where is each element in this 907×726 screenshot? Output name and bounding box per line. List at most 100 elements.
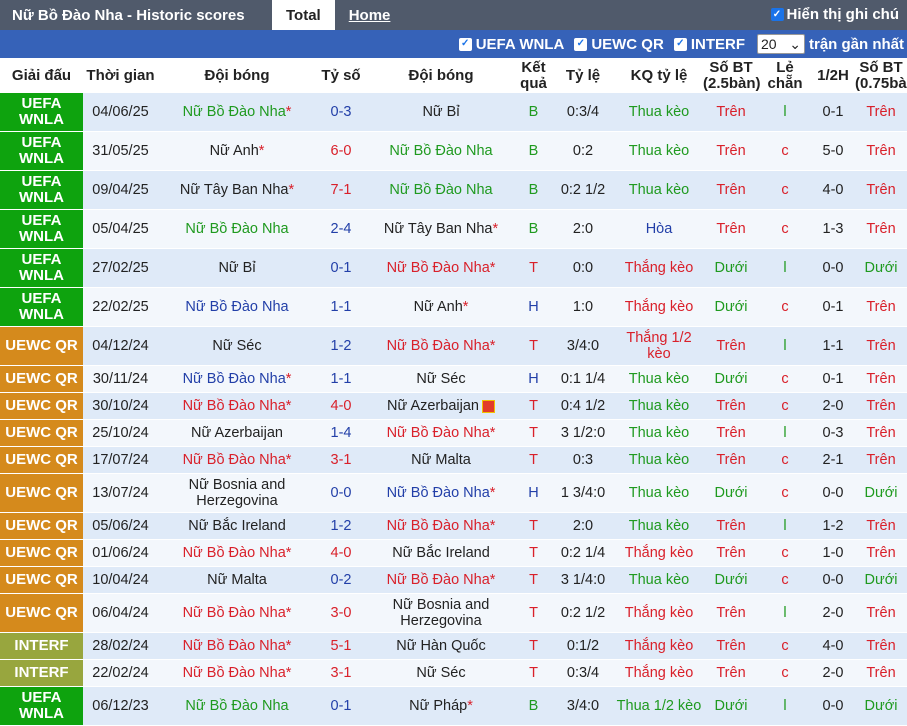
home-team-name[interactable]: Nữ Tây Ban Nha	[180, 182, 289, 198]
home-team-name[interactable]: Nữ Bồ Đào Nha	[185, 221, 288, 237]
table-row[interactable]: UEWC QR05/06/24Nữ Bắc Ireland1-2Nữ Bồ Đà…	[0, 513, 907, 540]
competition-label[interactable]: UEWC QR	[5, 544, 78, 561]
match-score[interactable]: 1-1	[331, 371, 352, 387]
competition-label[interactable]: UEWC QR	[5, 517, 78, 534]
away-team-name[interactable]: Nữ Bồ Đào Nha	[387, 485, 490, 501]
away-team-name[interactable]: Nữ Bồ Đào Nha	[387, 425, 490, 441]
home-team-name[interactable]: Nữ Malta	[207, 572, 267, 588]
away-team-name[interactable]: Nữ Bồ Đào Nha	[387, 572, 490, 588]
away-team-name[interactable]: Nữ Bồ Đào Nha	[387, 338, 490, 354]
away-team-name[interactable]: Nữ Bồ Đào Nha	[389, 143, 492, 159]
table-row[interactable]: INTERF22/02/24Nữ Bồ Đào Nha*3-1Nữ SécT0:…	[0, 660, 907, 687]
home-team-name[interactable]: Nữ Bồ Đào Nha	[185, 299, 288, 315]
home-team-name[interactable]: Nữ Bồ Đào Nha	[183, 638, 286, 654]
table-row[interactable]: UEFA WNLA09/04/25Nữ Tây Ban Nha*7-1Nữ Bồ…	[0, 171, 907, 210]
table-row[interactable]: UEFA WNLA06/12/23Nữ Bồ Đào Nha0-1Nữ Pháp…	[0, 687, 907, 726]
home-team-name[interactable]: Nữ Bồ Đào Nha	[183, 398, 286, 414]
competition-label[interactable]: UEWC QR	[5, 571, 78, 588]
competition-label[interactable]: UEFA WNLA	[19, 134, 64, 167]
table-row[interactable]: UEFA WNLA04/06/25Nữ Bồ Đào Nha*0-3Nữ BỉB…	[0, 93, 907, 132]
competition-label[interactable]: INTERF	[14, 664, 68, 681]
away-team-name[interactable]: Nữ Séc	[416, 371, 465, 387]
home-team-name[interactable]: Nữ Bosnia and Herzegovina	[189, 477, 286, 509]
match-score[interactable]: 4-0	[331, 398, 352, 414]
table-row[interactable]: UEFA WNLA27/02/25Nữ Bỉ0-1Nữ Bồ Đào Nha*T…	[0, 249, 907, 288]
match-score[interactable]: 3-0	[331, 605, 352, 621]
table-row[interactable]: UEFA WNLA31/05/25Nữ Anh*6-0Nữ Bồ Đào Nha…	[0, 132, 907, 171]
competition-label[interactable]: UEFA WNLA	[19, 95, 64, 128]
home-team-name[interactable]: Nữ Anh	[210, 143, 259, 159]
match-score[interactable]: 2-4	[331, 221, 352, 237]
away-team-name[interactable]: Nữ Azerbaijan	[387, 398, 479, 414]
competition-label[interactable]: INTERF	[14, 637, 68, 654]
match-score[interactable]: 0-3	[331, 104, 352, 120]
table-row[interactable]: UEWC QR01/06/24Nữ Bồ Đào Nha*4-0Nữ Bắc I…	[0, 540, 907, 567]
away-team-name[interactable]: Nữ Bồ Đào Nha	[387, 518, 490, 534]
competition-label[interactable]: UEWC QR	[5, 484, 78, 501]
competition-label[interactable]: UEWC QR	[5, 370, 78, 387]
table-row[interactable]: UEWC QR06/04/24Nữ Bồ Đào Nha*3-0Nữ Bosni…	[0, 594, 907, 633]
match-score[interactable]: 7-1	[331, 182, 352, 198]
competition-label[interactable]: UEFA WNLA	[19, 689, 64, 722]
home-team-name[interactable]: Nữ Bỉ	[218, 260, 255, 276]
match-score[interactable]: 3-1	[331, 452, 352, 468]
competition-label[interactable]: UEFA WNLA	[19, 251, 64, 284]
filter-interf[interactable]: ✓ INTERF	[674, 36, 745, 53]
match-score[interactable]: 0-0	[331, 485, 352, 501]
match-score[interactable]: 3-1	[331, 665, 352, 681]
away-team-name[interactable]: Nữ Séc	[416, 665, 465, 681]
competition-label[interactable]: UEWC QR	[5, 337, 78, 354]
checkbox-checked-icon[interactable]: ✓	[574, 38, 587, 51]
away-team-name[interactable]: Nữ Anh	[414, 299, 463, 315]
home-team-name[interactable]: Nữ Bồ Đào Nha	[183, 605, 286, 621]
checkbox-checked-icon[interactable]: ✓	[459, 38, 472, 51]
match-score[interactable]: 0-1	[331, 260, 352, 276]
table-row[interactable]: UEWC QR30/10/24Nữ Bồ Đào Nha*4-0Nữ Azerb…	[0, 393, 907, 420]
home-team-name[interactable]: Nữ Bồ Đào Nha	[183, 104, 286, 120]
match-score[interactable]: 0-1	[331, 698, 352, 714]
away-team-name[interactable]: Nữ Bồ Đào Nha	[389, 182, 492, 198]
home-team-name[interactable]: Nữ Bồ Đào Nha	[183, 545, 286, 561]
home-team-name[interactable]: Nữ Azerbaijan	[191, 425, 283, 441]
table-row[interactable]: UEWC QR13/07/24Nữ Bosnia and Herzegovina…	[0, 474, 907, 513]
competition-label[interactable]: UEWC QR	[5, 424, 78, 441]
competition-label[interactable]: UEFA WNLA	[19, 290, 64, 323]
match-score[interactable]: 6-0	[331, 143, 352, 159]
filter-uewc-qr[interactable]: ✓ UEWC QR	[574, 36, 664, 53]
tab-home[interactable]: Home	[335, 0, 405, 30]
match-score[interactable]: 0-2	[331, 572, 352, 588]
match-score[interactable]: 5-1	[331, 638, 352, 654]
table-row[interactable]: UEWC QR25/10/24Nữ Azerbaijan1-4Nữ Bồ Đào…	[0, 420, 907, 447]
match-score[interactable]: 4-0	[331, 545, 352, 561]
table-row[interactable]: UEWC QR04/12/24Nữ Séc1-2Nữ Bồ Đào Nha*T3…	[0, 327, 907, 366]
competition-label[interactable]: UEFA WNLA	[19, 173, 64, 206]
table-row[interactable]: INTERF28/02/24Nữ Bồ Đào Nha*5-1Nữ Hàn Qu…	[0, 633, 907, 660]
away-team-name[interactable]: Nữ Pháp	[409, 698, 467, 714]
show-notes-toggle[interactable]: ✓ Hiển thị ghi chú	[771, 0, 907, 30]
match-count-select[interactable]: 20 ⌄	[757, 34, 805, 54]
home-team-name[interactable]: Nữ Bắc Ireland	[188, 518, 286, 534]
filter-uefa-wnla[interactable]: ✓ UEFA WNLA	[459, 36, 565, 53]
table-row[interactable]: UEWC QR10/04/24Nữ Malta0-2Nữ Bồ Đào Nha*…	[0, 567, 907, 594]
away-team-name[interactable]: Nữ Malta	[411, 452, 471, 468]
home-team-name[interactable]: Nữ Bồ Đào Nha	[183, 452, 286, 468]
match-score[interactable]: 1-1	[331, 299, 352, 315]
away-team-name[interactable]: Nữ Bosnia and Herzegovina	[393, 597, 490, 629]
home-team-name[interactable]: Nữ Bồ Đào Nha	[183, 665, 286, 681]
competition-label[interactable]: UEWC QR	[5, 397, 78, 414]
away-team-name[interactable]: Nữ Hàn Quốc	[396, 638, 486, 654]
competition-label[interactable]: UEWC QR	[5, 604, 78, 621]
away-team-name[interactable]: Nữ Tây Ban Nha	[384, 221, 493, 237]
tab-total[interactable]: Total	[272, 0, 335, 30]
away-team-name[interactable]: Nữ Bỉ	[422, 104, 459, 120]
competition-label[interactable]: UEWC QR	[5, 451, 78, 468]
checkbox-checked-icon[interactable]: ✓	[674, 38, 687, 51]
table-row[interactable]: UEFA WNLA05/04/25Nữ Bồ Đào Nha2-4Nữ Tây …	[0, 210, 907, 249]
match-score[interactable]: 1-4	[331, 425, 352, 441]
home-team-name[interactable]: Nữ Séc	[212, 338, 261, 354]
away-team-name[interactable]: Nữ Bồ Đào Nha	[387, 260, 490, 276]
match-score[interactable]: 1-2	[331, 518, 352, 534]
checkbox-checked-icon[interactable]: ✓	[771, 8, 784, 21]
competition-label[interactable]: UEFA WNLA	[19, 212, 64, 245]
home-team-name[interactable]: Nữ Bồ Đào Nha	[183, 371, 286, 387]
